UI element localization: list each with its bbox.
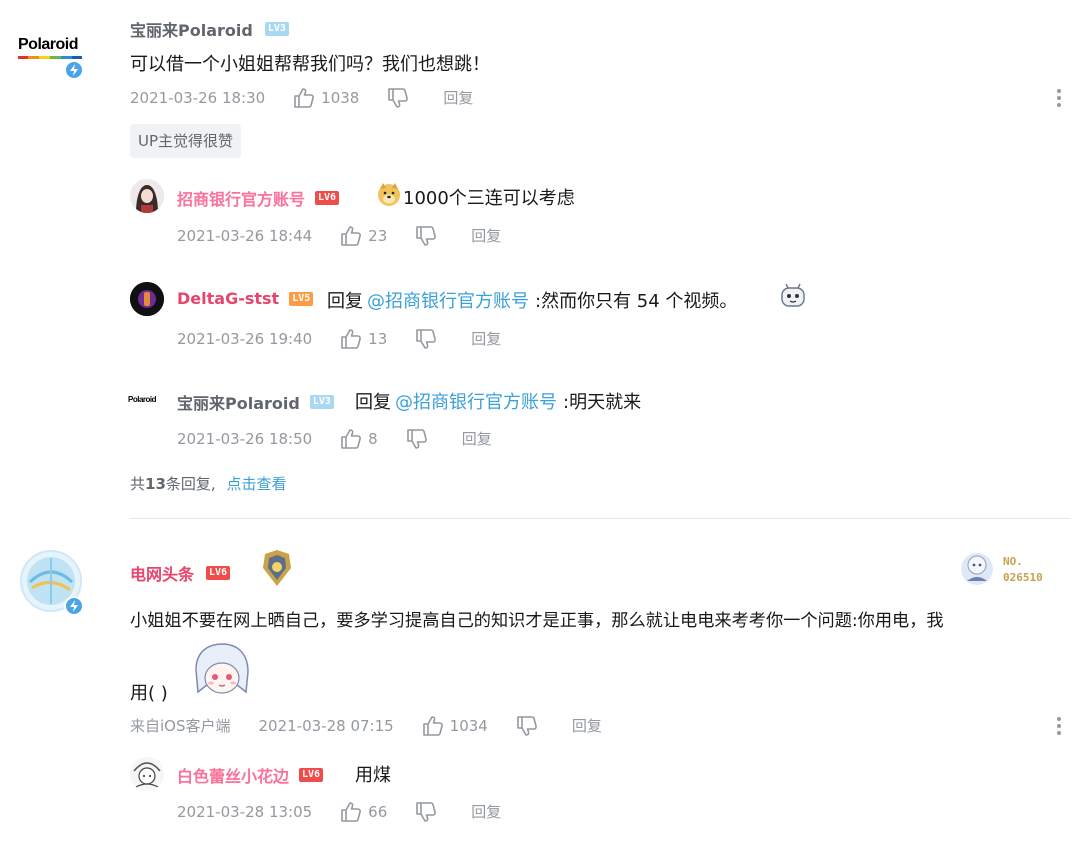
thumbs-up-icon[interactable]	[422, 715, 444, 736]
thumbs-down-icon[interactable]	[387, 87, 409, 108]
comment-text: 小姐姐不要在网上晒自己，要多学习提高自己的知识才是正事，那么就让电电来考考你一个…	[130, 611, 944, 631]
level-badge: LV3	[264, 22, 289, 36]
reply-button[interactable]: 回复	[572, 715, 602, 736]
thumbs-up-icon[interactable]	[293, 87, 315, 108]
username[interactable]: 招商银行官方账号	[177, 186, 305, 210]
fan-badge-no: NO.	[1003, 555, 1023, 568]
verified-icon	[64, 60, 84, 80]
source-label: 来自iOS客户端	[130, 717, 231, 735]
polaroid-logo: Polaroid	[18, 36, 79, 53]
comment-section: Polaroid 宝丽来Polaroid LV3 可以借一个小姐姐帮帮我们吗？我…	[0, 0, 1080, 845]
medal-icon	[257, 550, 297, 588]
up-liked-badge: UP主觉得很赞	[130, 124, 242, 158]
username[interactable]: 宝丽来Polaroid	[177, 390, 300, 414]
fan-badge-number: 026510	[1003, 571, 1043, 584]
more-icon[interactable]	[1057, 86, 1061, 110]
level-badge: LV6	[299, 768, 324, 782]
thumbs-up-icon[interactable]	[340, 328, 362, 349]
more-replies: 共13条回复, 点击查看	[130, 475, 287, 493]
reply-prefix: 回复	[355, 392, 391, 413]
avatar-polaroid[interactable]: Polaroid	[14, 26, 86, 86]
comment-time: 2021-03-26 18:30	[130, 88, 266, 107]
reply-button[interactable]: 回复	[462, 428, 492, 449]
like-count: 8	[368, 429, 378, 448]
thumbs-down-icon[interactable]	[415, 328, 437, 349]
reply-text: 用煤	[355, 765, 391, 786]
avatar-polaroid-small[interactable]: Polaroid	[128, 393, 168, 411]
thumbs-up-icon[interactable]	[340, 225, 362, 246]
reply-time: 2021-03-26 18:50	[177, 429, 313, 448]
comment-text-line2: 用( )	[130, 683, 168, 704]
thumbs-up-icon[interactable]	[340, 801, 362, 822]
thumbs-up-icon[interactable]	[340, 428, 362, 449]
verified-icon	[64, 596, 84, 616]
level-badge: LV5	[289, 291, 314, 306]
divider	[130, 518, 1070, 519]
reply-time: 2021-03-26 19:40	[177, 329, 313, 348]
username[interactable]: 宝丽来Polaroid	[130, 17, 253, 41]
reply-prefix: 回复	[327, 291, 363, 312]
like-count: 23	[368, 226, 388, 245]
mention-link[interactable]: @招商银行官方账号	[395, 388, 557, 414]
avatar-deltag[interactable]	[130, 282, 164, 316]
like-count: 13	[368, 329, 388, 348]
thumbs-down-icon[interactable]	[415, 801, 437, 822]
comment-time: 2021-03-28 07:15	[258, 716, 394, 735]
level-badge: LV3	[309, 395, 334, 409]
username[interactable]: DeltaG-stst	[177, 289, 279, 308]
thumbs-down-icon[interactable]	[516, 715, 538, 736]
level-badge: LV6	[315, 191, 340, 205]
reply-count: 13	[145, 475, 166, 493]
more-icon[interactable]	[1057, 714, 1061, 738]
like-count: 1034	[449, 716, 488, 735]
reply-time: 2021-03-26 18:44	[177, 226, 313, 245]
anime-sticker-icon	[190, 640, 254, 704]
robot-emoji-icon	[780, 283, 806, 309]
reply-button[interactable]: 回复	[443, 87, 473, 108]
reply-time: 2021-03-28 13:05	[177, 802, 313, 821]
thumbs-down-icon[interactable]	[415, 225, 437, 246]
comment-text: 可以借一个小姐姐帮帮我们吗？我们也想跳！	[130, 54, 490, 75]
reply-text: :然而你只有 54 个视频。	[535, 291, 738, 312]
reply-text: :明天就来	[563, 392, 642, 413]
level-badge: LV6	[206, 566, 231, 580]
like-count: 66	[368, 802, 388, 821]
fan-badge: NO. 026510	[955, 547, 1065, 589]
like-count: 1038	[321, 88, 360, 107]
reply-text: 1000个三连可以考虑	[403, 188, 575, 209]
avatar-cmb[interactable]	[130, 179, 164, 213]
username[interactable]: 电网头条	[130, 561, 194, 585]
reply-button[interactable]: 回复	[471, 328, 501, 349]
reply-button[interactable]: 回复	[471, 225, 501, 246]
polaroid-rainbow	[18, 56, 82, 59]
username[interactable]: 白色蕾丝小花边	[177, 763, 289, 787]
doge-emoji-icon	[376, 181, 402, 207]
mention-link[interactable]: @招商银行官方账号	[367, 287, 529, 313]
view-more-link[interactable]: 点击查看	[226, 475, 286, 493]
avatar-lace[interactable]	[130, 757, 164, 791]
reply-button[interactable]: 回复	[471, 801, 501, 822]
thumbs-down-icon[interactable]	[406, 428, 428, 449]
